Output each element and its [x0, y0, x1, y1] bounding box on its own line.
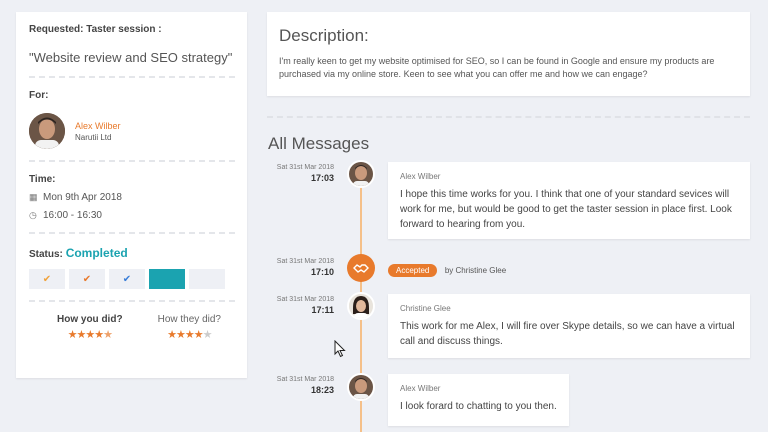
- description-card: Description: I'm really keen to get my w…: [267, 12, 750, 96]
- star-rating: ★★★★★: [167, 329, 212, 341]
- divider: [29, 232, 235, 234]
- check-icon: ✔: [122, 273, 132, 285]
- session-time: 16:00 - 16:30: [43, 210, 102, 221]
- message-bubble: Christine Glee This work for me Alex, I …: [388, 294, 750, 358]
- client-company: Narutii Ltd: [75, 132, 112, 142]
- divider: [29, 76, 235, 78]
- message-sender: Alex Wilber: [400, 172, 441, 181]
- calendar-icon: ▦: [29, 192, 38, 202]
- avatar[interactable]: [347, 160, 375, 188]
- step-4: [149, 269, 185, 289]
- time-label: Time:: [29, 174, 56, 185]
- client-name[interactable]: Alex Wilber: [75, 121, 121, 131]
- avatar[interactable]: [29, 113, 65, 149]
- status-badge: Accepted: [388, 264, 438, 277]
- status-value: Completed: [65, 246, 128, 260]
- their-rating-label: How they did?: [157, 314, 221, 325]
- message-bubble: Alex Wilber I hope this time works for y…: [388, 162, 750, 239]
- check-icon: ✔: [42, 273, 52, 285]
- check-icon: ✔: [82, 273, 92, 285]
- your-rating: How you did? ★★★★★: [57, 314, 123, 341]
- star-rating: ★★★★★: [67, 329, 113, 341]
- avatar[interactable]: [347, 292, 375, 320]
- for-label: For:: [29, 90, 49, 101]
- accepted-event: Accepted by Christine Glee: [388, 260, 506, 278]
- your-rating-label: How you did?: [57, 314, 123, 325]
- message-timestamp: Sat 31st Mar 2018 17:10: [276, 258, 334, 277]
- session-title: "Website review and SEO strategy": [29, 50, 233, 65]
- step-3: ✔: [109, 269, 145, 289]
- handshake-icon: [347, 254, 375, 282]
- description-text: I'm really keen to get my website optimi…: [279, 56, 715, 80]
- status-label: Status:: [29, 249, 63, 260]
- mouse-cursor-icon: [334, 340, 346, 358]
- session-panel: Requested: Taster session : "Website rev…: [16, 12, 247, 378]
- status-steps: ✔ ✔ ✔: [29, 269, 235, 289]
- message-body: I look forard to chatting to you then.: [400, 401, 557, 412]
- message-sender: Christine Glee: [400, 304, 451, 313]
- step-5: [189, 269, 225, 289]
- message-timestamp: Sat 31st Mar 2018 17:03: [276, 164, 334, 183]
- clock-icon: ◷: [29, 210, 37, 220]
- message-body: I hope this time works for you. I think …: [400, 189, 732, 230]
- message-timestamp: Sat 31st Mar 2018 17:11: [276, 296, 334, 315]
- messages-heading: All Messages: [268, 134, 370, 153]
- session-date: Mon 9th Apr 2018: [43, 192, 122, 203]
- message-body: This work for me Alex, I will fire over …: [400, 321, 735, 347]
- message-bubble: Alex Wilber I look forard to chatting to…: [388, 374, 569, 426]
- divider: [29, 300, 235, 302]
- step-2: ✔: [69, 269, 105, 289]
- accepted-by: by Christine Glee: [444, 266, 507, 275]
- divider: [29, 160, 235, 162]
- message-timestamp: Sat 31st Mar 2018 18:23: [276, 376, 334, 395]
- message-sender: Alex Wilber: [400, 384, 441, 393]
- divider: [267, 116, 750, 118]
- avatar[interactable]: [347, 373, 375, 401]
- description-heading: Description:: [279, 26, 369, 45]
- request-label: Requested: Taster session :: [29, 24, 162, 35]
- their-rating: How they did? ★★★★★: [158, 314, 221, 341]
- step-1: ✔: [29, 269, 65, 289]
